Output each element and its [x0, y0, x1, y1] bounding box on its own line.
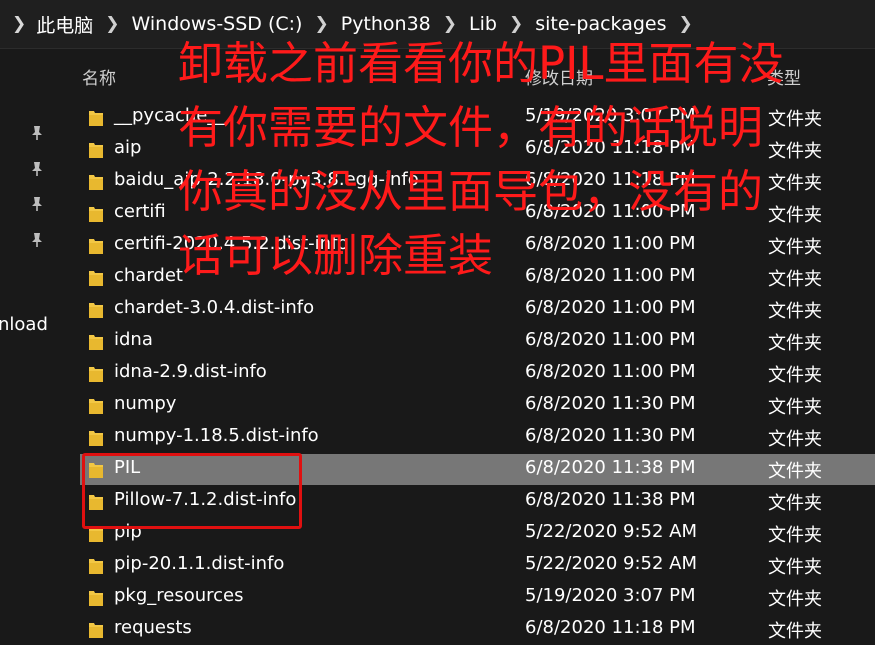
file-type: 文件夹 [768, 589, 822, 610]
file-type: 文件夹 [768, 557, 822, 578]
file-row[interactable]: requests 6/8/2020 11:18 PM 文件夹 [80, 614, 875, 645]
nav-item-downloads[interactable]: nload [0, 314, 48, 335]
file-modified-date: 5/22/2020 9:52 AM [525, 521, 698, 542]
file-type: 文件夹 [768, 621, 822, 642]
file-modified-date: 6/8/2020 11:30 PM [525, 393, 696, 414]
chevron-right-icon[interactable]: ❯ [0, 14, 36, 34]
pin-icon[interactable] [30, 161, 44, 177]
file-modified-date: 6/8/2020 11:38 PM [525, 489, 696, 510]
file-row[interactable]: numpy 6/8/2020 11:30 PM 文件夹 [80, 390, 875, 421]
annotation-line: 卸载之前看看你的PIL里面有没 [178, 37, 784, 90]
folder-icon [89, 591, 103, 606]
breadcrumb-item-this-pc[interactable]: 此电脑 [36, 11, 93, 38]
annotation-text: 卸载之前看看你的PIL里面有没 有你需要的文件，有的话说明 你真的没从里面导包，没有… [178, 32, 868, 288]
file-modified-date: 6/8/2020 11:30 PM [525, 425, 696, 446]
file-row[interactable]: idna-2.9.dist-info 6/8/2020 11:00 PM 文件夹 [80, 358, 875, 389]
file-name[interactable]: chardet [114, 265, 183, 286]
column-header-name[interactable]: 名称 [82, 64, 116, 89]
folder-icon [89, 175, 103, 190]
folder-icon [89, 559, 103, 574]
file-modified-date: 6/8/2020 11:00 PM [525, 329, 696, 350]
chevron-right-icon[interactable]: ❯ [667, 14, 705, 34]
file-name[interactable]: pkg_resources [114, 585, 244, 606]
file-type: 文件夹 [768, 333, 822, 354]
file-type: 文件夹 [768, 493, 822, 514]
pin-icon[interactable] [30, 232, 44, 248]
pin-icon[interactable] [30, 125, 44, 141]
folder-icon [89, 399, 103, 414]
file-name[interactable]: chardet-3.0.4.dist-info [114, 297, 314, 318]
navigation-pane: nload [0, 49, 70, 631]
annotation-line: 话可以删除重装 [178, 229, 494, 282]
file-type: 文件夹 [768, 397, 822, 418]
folder-icon [89, 303, 103, 318]
file-name[interactable]: idna-2.9.dist-info [114, 361, 267, 382]
file-modified-date: 5/19/2020 3:07 PM [525, 585, 696, 606]
annotation-line: 有你需要的文件，有的话说明 [178, 101, 764, 154]
folder-icon [89, 335, 103, 350]
file-modified-date: 6/8/2020 11:00 PM [525, 361, 696, 382]
pin-icon[interactable] [30, 196, 44, 212]
folder-icon [89, 623, 103, 638]
file-name[interactable]: certifi [114, 201, 166, 222]
file-type: 文件夹 [768, 301, 822, 322]
folder-icon [89, 111, 103, 126]
folder-icon [89, 431, 103, 446]
file-row[interactable]: numpy-1.18.5.dist-info 6/8/2020 11:30 PM 文… [80, 422, 875, 453]
folder-icon [89, 367, 103, 382]
file-name[interactable]: pip-20.1.1.dist-info [114, 553, 284, 574]
file-row[interactable]: chardet-3.0.4.dist-info 6/8/2020 11:00 PM… [80, 294, 875, 325]
file-modified-date: 5/22/2020 9:52 AM [525, 553, 698, 574]
file-type: 文件夹 [768, 365, 822, 386]
annotation-line: 你真的没从里面导包，没有的 [178, 165, 764, 218]
chevron-right-icon[interactable]: ❯ [497, 14, 535, 34]
file-name[interactable]: numpy-1.18.5.dist-info [114, 425, 319, 446]
file-modified-date: 6/8/2020 11:38 PM [525, 457, 696, 478]
file-modified-date: 6/8/2020 11:00 PM [525, 297, 696, 318]
file-name[interactable]: numpy [114, 393, 176, 414]
folder-icon [89, 207, 103, 222]
file-row[interactable]: pip-20.1.1.dist-info 5/22/2020 9:52 AM 文件夹 [80, 550, 875, 581]
file-type: 文件夹 [768, 525, 822, 546]
file-type: 文件夹 [768, 461, 822, 482]
file-row[interactable]: idna 6/8/2020 11:00 PM 文件夹 [80, 326, 875, 357]
file-name[interactable]: requests [114, 617, 192, 638]
file-name[interactable]: idna [114, 329, 153, 350]
file-row[interactable]: pkg_resources 5/19/2020 3:07 PM 文件夹 [80, 582, 875, 613]
folder-icon [89, 271, 103, 286]
folder-icon [89, 239, 103, 254]
chevron-right-icon[interactable]: ❯ [431, 14, 469, 34]
file-type: 文件夹 [768, 429, 822, 450]
file-name[interactable]: aip [114, 137, 141, 158]
chevron-right-icon[interactable]: ❯ [93, 14, 131, 34]
highlight-box [82, 453, 302, 529]
file-modified-date: 6/8/2020 11:18 PM [525, 617, 696, 638]
folder-icon [89, 143, 103, 158]
chevron-right-icon[interactable]: ❯ [302, 14, 340, 34]
